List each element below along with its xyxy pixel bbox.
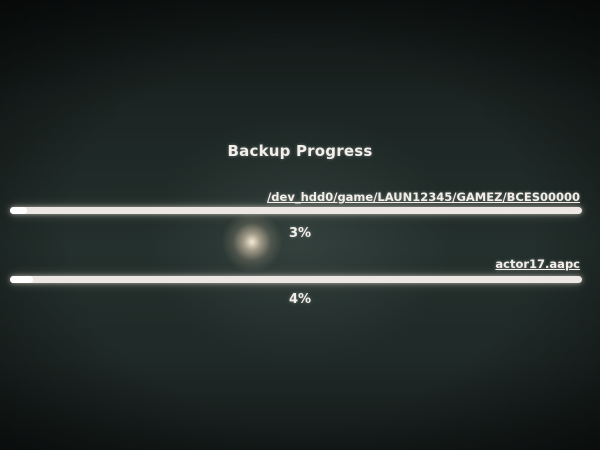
file-progress-fill xyxy=(10,276,33,283)
overall-progress-fill xyxy=(10,207,28,214)
backup-progress-title: Backup Progress xyxy=(227,142,373,160)
screen-vignette xyxy=(0,0,600,450)
overall-progress-bar xyxy=(10,207,582,214)
overall-progress-percent: 3% xyxy=(288,226,312,241)
current-file-name: actor17.aapc xyxy=(495,257,580,271)
current-folder-path: /dev_hdd0/game/LAUN12345/GAMEZ/BCES00000 xyxy=(267,190,580,204)
file-progress-bar xyxy=(10,276,582,283)
camera-flash-glare xyxy=(222,212,282,272)
file-progress-percent: 4% xyxy=(288,292,312,307)
